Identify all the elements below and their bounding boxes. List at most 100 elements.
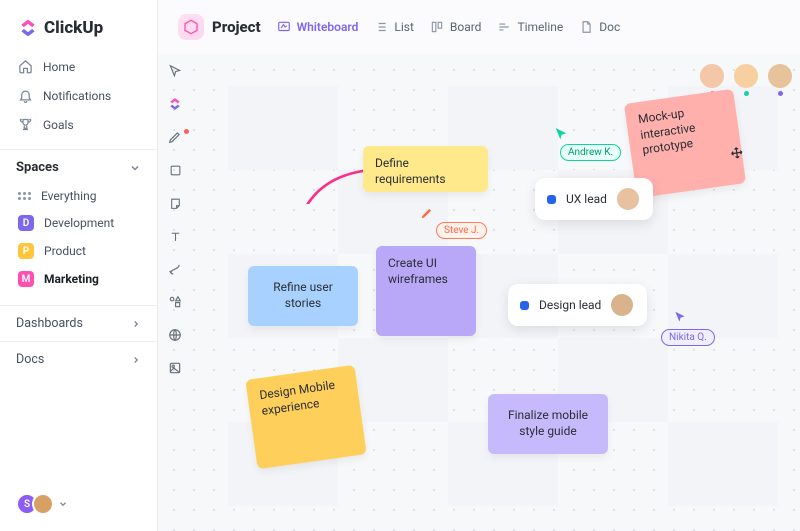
image-icon[interactable] (166, 359, 184, 377)
space-product[interactable]: P Product (0, 237, 157, 265)
note-design-mobile[interactable]: Design Mobile experience (245, 365, 366, 469)
note-finalize-guide[interactable]: Finalize mobile style guide (488, 394, 608, 454)
nav-docs[interactable]: Docs (0, 341, 157, 377)
sticky-icon[interactable] (166, 194, 184, 212)
avatar (617, 188, 639, 210)
nav-goals[interactable]: Goals (0, 110, 157, 139)
space-product-badge: P (18, 243, 34, 259)
space-development-label: Development (44, 216, 114, 230)
tab-doc-label: Doc (599, 20, 620, 34)
nav-notifications[interactable]: Notifications (0, 81, 157, 110)
board-icon (430, 20, 444, 34)
nav-notifications-label: Notifications (43, 89, 111, 103)
chevron-down-icon (129, 162, 141, 174)
remote-cursor-icon (553, 126, 569, 142)
project-title: Project (212, 18, 261, 36)
tab-list[interactable]: List (374, 20, 414, 34)
project-icon (178, 14, 204, 40)
text-icon[interactable] (166, 227, 184, 245)
home-icon (18, 59, 33, 74)
clickup-logo-icon (18, 18, 38, 38)
chevron-right-icon (131, 355, 141, 365)
brand-logo: ClickUp (0, 0, 157, 52)
cursor-label-text: Andrew K. (568, 147, 613, 158)
tool-rail (158, 54, 192, 377)
cursor-label-andrew: Andrew K. (560, 144, 621, 161)
note-refine-stories[interactable]: Refine user stories (248, 266, 358, 326)
square-icon[interactable] (166, 161, 184, 179)
tab-list-label: List (394, 20, 414, 34)
note-text: Define requirements (375, 156, 446, 186)
everything-icon (18, 192, 31, 200)
space-everything-label: Everything (41, 189, 96, 203)
space-everything[interactable]: Everything (0, 183, 157, 209)
pen-icon[interactable] (166, 128, 184, 146)
tab-board[interactable]: Board (430, 20, 482, 34)
tab-timeline-label: Timeline (517, 20, 563, 34)
status-dot (520, 301, 529, 310)
project-chip[interactable]: Project (178, 14, 261, 40)
globe-icon[interactable] (166, 326, 184, 344)
note-text: Create UI wireframes (388, 256, 448, 286)
spaces-title: Spaces (16, 160, 59, 175)
note-create-wireframes[interactable]: Create UI wireframes (376, 246, 476, 336)
brand-name: ClickUp (44, 18, 103, 38)
clickup-icon[interactable] (166, 95, 184, 113)
cursor-label-steve: Steve J. (436, 222, 487, 239)
avatar (32, 493, 54, 515)
card-label: Design lead (539, 298, 601, 312)
move-icon (729, 145, 745, 161)
chevron-down-icon (58, 499, 68, 509)
collaborator[interactable] (768, 64, 792, 96)
note-text: Finalize mobile style guide (500, 408, 596, 439)
nav-home[interactable]: Home (0, 52, 157, 81)
spaces-header[interactable]: Spaces (0, 149, 157, 183)
user-avatars[interactable]: S (16, 493, 68, 515)
status-dot (547, 195, 556, 204)
timeline-icon (497, 20, 511, 34)
space-product-label: Product (44, 244, 86, 258)
pointer-icon[interactable] (166, 62, 184, 80)
tab-doc[interactable]: Doc (579, 20, 620, 34)
avatar (611, 294, 633, 316)
card-ux-lead[interactable]: UX lead (535, 178, 653, 220)
list-icon (374, 20, 388, 34)
space-development[interactable]: D Development (0, 209, 157, 237)
nav-dashboards-label: Dashboards (16, 316, 83, 331)
cursor-label-text: Nikita Q. (669, 332, 707, 343)
tab-whiteboard[interactable]: Whiteboard (277, 20, 359, 34)
whiteboard-canvas[interactable]: Define requirements Refine user stories … (158, 54, 800, 531)
whiteboard-icon (277, 20, 291, 34)
trophy-icon (18, 117, 33, 132)
bell-icon (18, 88, 33, 103)
cursor-label-text: Steve J. (444, 225, 479, 236)
shapes-icon[interactable] (166, 293, 184, 311)
sidebar: ClickUp Home Notifications Goals Spaces … (0, 0, 158, 531)
nav-dashboards[interactable]: Dashboards (0, 305, 157, 341)
cursor-label-nikita: Nikita Q. (661, 329, 715, 346)
pencil-cursor-icon (420, 206, 434, 220)
card-design-lead[interactable]: Design lead (508, 284, 647, 326)
topbar: Project Whiteboard List Board Timeline D… (158, 0, 800, 54)
note-text: Design Mobile experience (259, 378, 336, 418)
nav-home-label: Home (43, 60, 75, 74)
tab-timeline[interactable]: Timeline (497, 20, 563, 34)
note-text: Mock-up interactive prototype (637, 106, 696, 157)
space-development-badge: D (18, 215, 34, 231)
space-marketing-label: Marketing (44, 272, 99, 286)
nav-goals-label: Goals (43, 118, 74, 132)
chevron-right-icon (131, 319, 141, 329)
collaborator[interactable] (734, 64, 758, 96)
note-define-requirements[interactable]: Define requirements (363, 146, 488, 192)
space-marketing-badge: M (18, 271, 34, 287)
connector-icon[interactable] (166, 260, 184, 278)
main: Project Whiteboard List Board Timeline D… (158, 0, 800, 531)
tab-board-label: Board (450, 20, 482, 34)
remote-cursor-icon (673, 310, 687, 324)
doc-icon (579, 20, 593, 34)
tab-whiteboard-label: Whiteboard (297, 20, 359, 34)
space-marketing[interactable]: M Marketing (0, 265, 157, 293)
nav-docs-label: Docs (16, 352, 44, 367)
note-text: Refine user stories (260, 280, 346, 311)
card-label: UX lead (566, 192, 607, 206)
